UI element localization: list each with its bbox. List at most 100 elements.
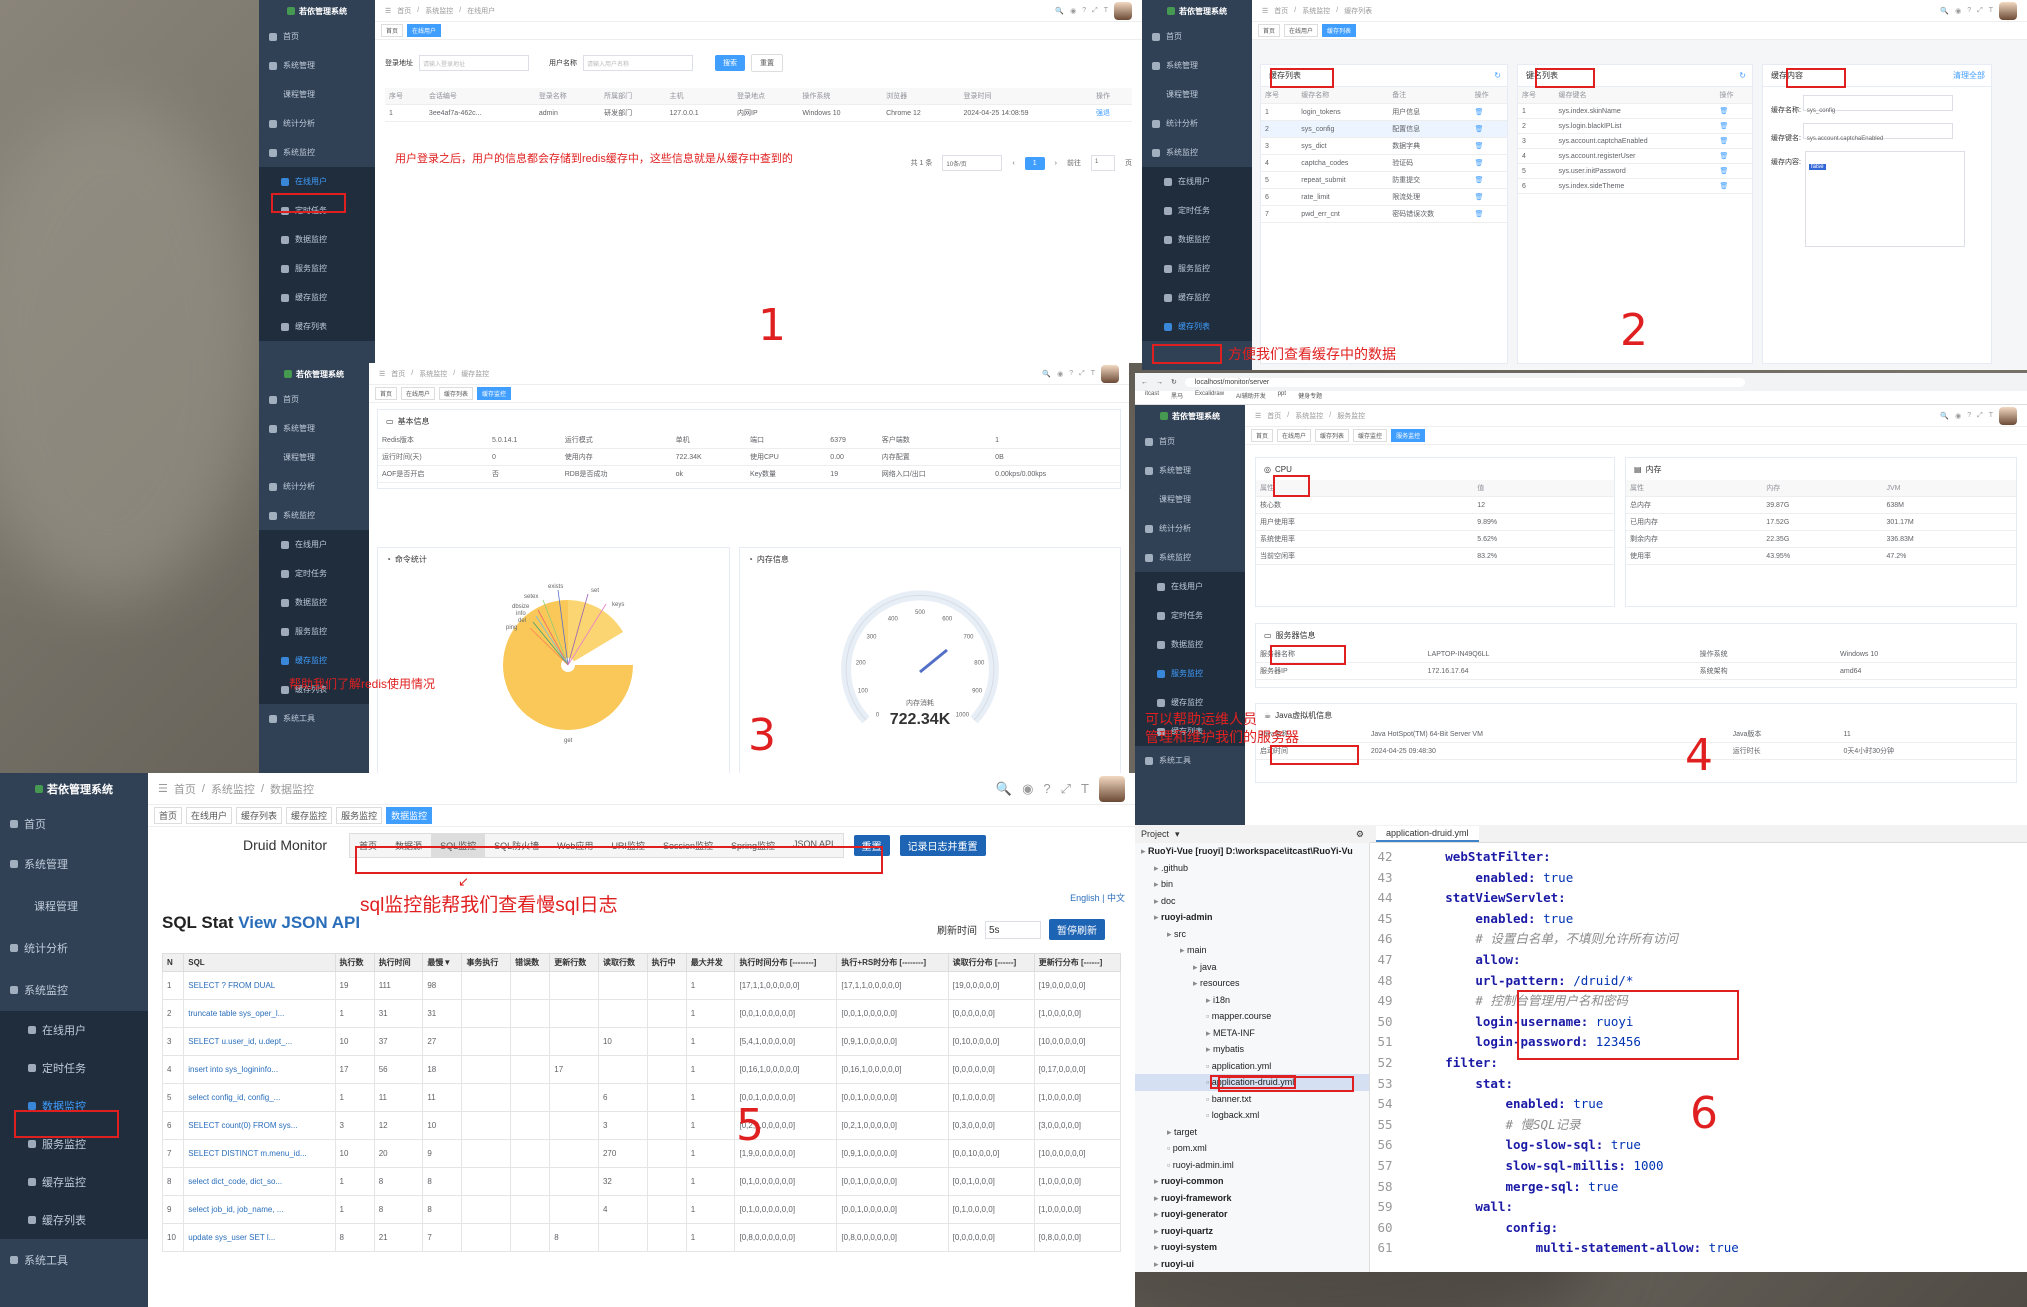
crumb[interactable]: 系统监控 (419, 369, 447, 379)
search-icon[interactable]: 🔍 (1940, 7, 1949, 15)
tag[interactable]: 首页 (154, 807, 183, 824)
tree-item[interactable]: ▸ i18n (1135, 992, 1369, 1009)
table-row[interactable]: 1 sys.index.skinName 🗑 (1518, 103, 1752, 119)
sidebar-item-online[interactable]: 在线用户 (259, 167, 375, 196)
sidebar-item-tools[interactable]: 系统工具 (0, 1239, 148, 1281)
menu-toggle-icon[interactable]: ☰ (1255, 412, 1261, 420)
goto-input[interactable]: 1 (1091, 155, 1115, 171)
table-row[interactable]: 6 rate_limit 限流处理 🗑 (1261, 188, 1507, 206)
tree-item[interactable]: ▸ META-INF (1135, 1025, 1369, 1042)
tree-item[interactable]: ▫ mapper.course (1135, 1008, 1369, 1025)
cache-value-textarea[interactable]: false (1804, 151, 1965, 247)
project-label[interactable]: Project (1141, 829, 1169, 839)
tree-item[interactable]: ▫ banner.txt (1135, 1091, 1369, 1108)
tag-active[interactable]: 缓存监控 (477, 387, 512, 400)
help-icon[interactable]: ? (1967, 7, 1971, 14)
editor-tab-active[interactable]: application-druid.yml (1376, 826, 1479, 842)
stop-refresh-button[interactable]: 暂停刷新 (1049, 919, 1105, 940)
tree-item[interactable]: ▸ bin (1135, 876, 1369, 893)
cache-key-input[interactable]: sys.account.captchaEnabled (1802, 123, 1953, 142)
sidebar-item-online[interactable]: 在线用户 (1142, 167, 1252, 196)
search-icon[interactable]: 🔍 (996, 781, 1012, 797)
tree-item[interactable]: ▸ src (1135, 926, 1369, 943)
sidebar-item-tools[interactable]: 系统工具 (1135, 746, 1245, 775)
table-row[interactable]: 5 repeat_submit 防重提交 🗑 (1261, 171, 1507, 189)
bookmark[interactable]: 健身专题 (1298, 391, 1322, 404)
cache-name-input[interactable]: sys_config (1802, 95, 1953, 114)
search-icon[interactable]: 🔍 (1042, 370, 1051, 378)
github-icon[interactable]: ◉ (1955, 412, 1961, 420)
sql-link[interactable]: SELECT ? FROM DUAL (183, 971, 336, 1000)
sidebar-item-online[interactable]: 在线用户 (259, 530, 369, 559)
sidebar-item-course[interactable]: 课程管理 (259, 443, 369, 472)
font-size-icon[interactable]: T (1081, 781, 1089, 796)
sidebar-item-home[interactable]: 首页 (0, 805, 148, 843)
menu-toggle-icon[interactable]: ☰ (158, 782, 168, 795)
tag[interactable]: 在线用户 (1284, 24, 1319, 37)
fullscreen-icon[interactable]: ⤢ (1977, 412, 1983, 420)
force-logout-link[interactable]: 强退 (1092, 104, 1132, 122)
sidebar-item-sys-manage[interactable]: 系统管理 (259, 51, 375, 80)
tree-item[interactable]: ▸ RuoYi-Vue [ruoyi] D:\workspace\itcast\… (1135, 843, 1369, 860)
sidebar-item-stats[interactable]: 统计分析 (1135, 514, 1245, 543)
sidebar-item-course[interactable]: 课程管理 (1135, 485, 1245, 514)
table-row[interactable]: 3 sys.account.captchaEnabled 🗑 (1518, 133, 1752, 149)
sidebar-item-server[interactable]: 服务监控 (259, 254, 375, 283)
crumb[interactable]: 首页 (397, 6, 411, 16)
table-row[interactable]: 2 sys.login.blackIPList 🗑 (1518, 118, 1752, 134)
sidebar-item-data[interactable]: 数据监控 (1142, 225, 1252, 254)
sidebar-item-data[interactable]: 数据监控 (259, 588, 369, 617)
sql-link[interactable]: SELECT count(0) FROM sys... (183, 1111, 336, 1140)
sidebar-item-home[interactable]: 首页 (1142, 22, 1252, 51)
crumb[interactable]: 系统监控 (211, 781, 255, 797)
sidebar-item-sys-manage[interactable]: 系统管理 (1135, 456, 1245, 485)
table-row[interactable]: 4 sys.account.registerUser 🗑 (1518, 148, 1752, 164)
table-row[interactable]: 5 sys.user.initPassword 🗑 (1518, 163, 1752, 179)
sidebar-item-cache-list[interactable]: 缓存列表 (259, 312, 375, 341)
sidebar-item-stats[interactable]: 统计分析 (0, 927, 148, 969)
font-size-icon[interactable]: T (1091, 370, 1095, 377)
sidebar-item-server[interactable]: 服务监控 (1135, 659, 1245, 688)
crumb[interactable]: 系统监控 (1295, 411, 1323, 421)
bookmark[interactable]: 黑马 (1171, 391, 1183, 404)
delete-icon[interactable]: 🗑 (1470, 137, 1507, 155)
sidebar-item-cache[interactable]: 缓存监控 (259, 646, 369, 675)
sidebar-item-job[interactable]: 定时任务 (0, 1049, 148, 1087)
tree-item[interactable]: ▸ mybatis (1135, 1041, 1369, 1058)
crumb[interactable]: 首页 (1274, 6, 1288, 16)
sidebar-item-monitor[interactable]: 系统监控 (259, 138, 375, 167)
sidebar-item-job[interactable]: 定时任务 (1135, 601, 1245, 630)
crumb[interactable]: 首页 (391, 369, 405, 379)
table-row[interactable]: 6 sys.index.sideTheme 🗑 (1518, 178, 1752, 194)
tag[interactable]: 首页 (1251, 429, 1274, 442)
sidebar-item-cache-list[interactable]: 缓存列表 (1142, 312, 1252, 341)
github-icon[interactable]: ◉ (1022, 781, 1033, 797)
search-icon[interactable]: 🔍 (1055, 7, 1064, 15)
sidebar-item-sys-manage[interactable]: 系统管理 (1142, 51, 1252, 80)
fullscreen-icon[interactable]: ⤢ (1092, 7, 1098, 15)
tag[interactable]: 在线用户 (1277, 429, 1312, 442)
back-icon[interactable]: ← (1141, 379, 1148, 386)
crumb[interactable]: 系统监控 (425, 6, 453, 16)
delete-icon[interactable]: 🗑 (1470, 188, 1507, 206)
avatar[interactable] (1101, 364, 1119, 383)
tag[interactable]: 首页 (381, 24, 404, 37)
search-icon[interactable]: 🔍 (1940, 412, 1949, 420)
tree-item[interactable]: ▸ ruoyi-framework (1135, 1190, 1369, 1207)
tree-item[interactable]: ▸ target (1135, 1124, 1369, 1141)
crumb[interactable]: 系统监控 (1302, 6, 1330, 16)
json-api-link[interactable]: View JSON API (238, 913, 360, 932)
bookmark[interactable]: Excalidraw (1195, 391, 1224, 404)
sidebar-item-tools[interactable]: 系统工具 (259, 704, 369, 733)
tag[interactable]: 在线用户 (186, 807, 233, 824)
delete-icon[interactable]: 🗑 (1715, 178, 1752, 194)
sidebar-item-home[interactable]: 首页 (259, 22, 375, 51)
reload-icon[interactable]: ↻ (1171, 378, 1177, 386)
sidebar-item-server[interactable]: 服务监控 (259, 617, 369, 646)
sidebar-item-course[interactable]: 课程管理 (0, 885, 148, 927)
delete-icon[interactable]: 🗑 (1470, 103, 1507, 121)
menu-toggle-icon[interactable]: ☰ (379, 370, 385, 378)
delete-icon[interactable]: 🗑 (1715, 133, 1752, 149)
delete-icon[interactable]: 🗑 (1470, 154, 1507, 172)
sidebar-item-monitor[interactable]: 系统监控 (0, 969, 148, 1011)
